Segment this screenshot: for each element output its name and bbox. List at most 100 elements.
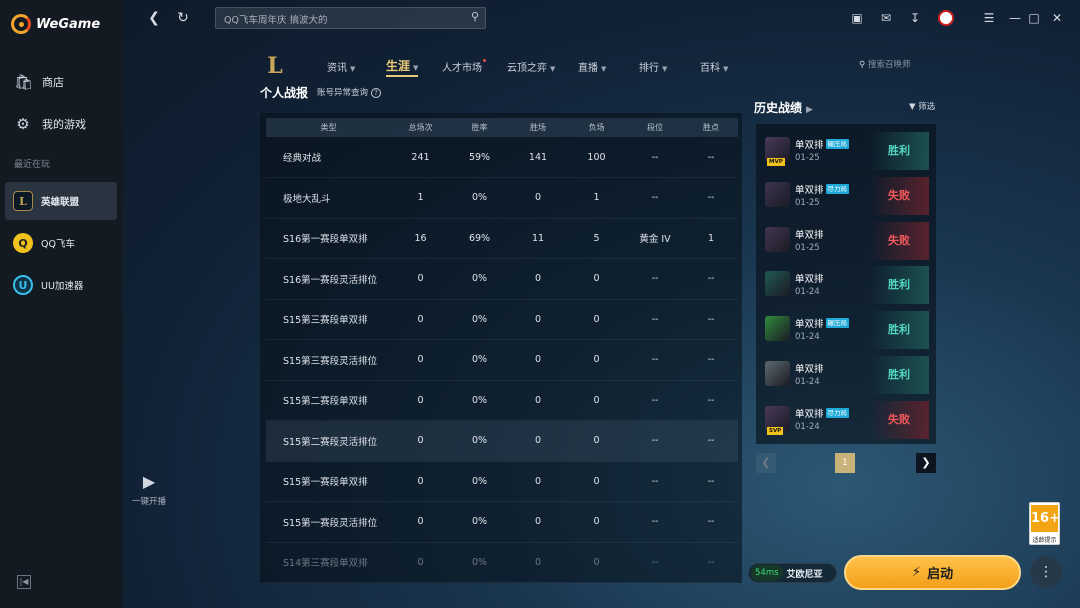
table-row[interactable]: S14第三赛段单双排 0 0% 0 0 -- -- — [266, 542, 738, 583]
sidebar-game-lol[interactable]: L 英雄联盟 — [5, 182, 117, 220]
page-number[interactable]: 1 — [835, 453, 855, 473]
match-mode: 单双排 尽力局 — [795, 182, 850, 196]
table-row[interactable]: 经典对战 241 59% 141 100 -- -- — [266, 137, 738, 178]
column-header: 类型 — [266, 118, 391, 137]
match-item[interactable]: 单双排 01-24 胜利 — [763, 356, 929, 396]
table-row[interactable]: S16第一赛段灵活排位 0 0% 0 0 -- -- — [266, 258, 738, 300]
menu-icon[interactable]: ☰ — [981, 10, 997, 26]
store-icon: 🛍 — [14, 73, 34, 91]
wegame-logo[interactable]: WeGame — [11, 14, 100, 34]
download-icon[interactable]: ↧ — [907, 10, 923, 26]
match-item[interactable]: 单双排 01-25 失败 — [763, 221, 929, 262]
match-date: 01-24 — [795, 421, 820, 432]
filter-button[interactable]: ▼ 筛选 — [909, 100, 935, 112]
table-cell: -- — [626, 177, 684, 219]
table-cell: 0 — [567, 339, 626, 381]
performance-badge: SVP — [767, 426, 784, 435]
match-result: 失败 — [869, 221, 929, 260]
champion-avatar — [765, 181, 790, 207]
search-input[interactable] — [216, 10, 456, 31]
table-row[interactable]: S15第二赛段单双排 0 0% 0 0 -- -- — [266, 380, 738, 421]
table-cell: 0% — [450, 380, 509, 421]
match-result: 失败 — [869, 400, 929, 439]
table-cell: -- — [684, 177, 738, 219]
table-cell: -- — [626, 339, 684, 381]
tab-live[interactable]: 直播 ▼ — [578, 59, 606, 74]
table-cell: 0 — [509, 299, 567, 340]
back-icon[interactable]: ❮ — [145, 9, 163, 27]
user-avatar[interactable] — [938, 10, 954, 26]
match-item[interactable]: 单双排 01-24 胜利 — [763, 266, 929, 306]
lol-logo-icon[interactable]: L — [263, 52, 287, 80]
server-selector[interactable]: 54ms 艾欧尼亚 — [748, 563, 837, 583]
table-cell: 69% — [450, 218, 509, 259]
table-cell: 100 — [567, 137, 626, 178]
one-click-stream-button[interactable]: ▶ 一键开播 — [129, 472, 169, 507]
match-mode: 单双排 — [795, 271, 824, 285]
lightning-icon: ⚡ — [911, 565, 922, 580]
table-cell: S15第二赛段单双排 — [266, 380, 391, 421]
chevron-down-icon: ▼ — [601, 65, 607, 73]
help-icon[interactable]: ? — [371, 88, 382, 98]
launch-button[interactable]: ⚡ 启动 — [844, 555, 1021, 590]
table-row[interactable]: S15第三赛段灵活排位 0 0% 0 0 -- -- — [266, 339, 738, 381]
table-row[interactable]: S15第一赛段单双排 0 0% 0 0 -- -- — [266, 461, 738, 502]
close-icon[interactable]: ✕ — [1049, 10, 1065, 26]
more-options-button[interactable]: ⋮ — [1030, 556, 1062, 588]
table-cell: 0% — [450, 461, 509, 502]
table-row[interactable]: S15第一赛段灵活排位 0 0% 0 0 -- -- — [266, 501, 738, 543]
column-header: 胜率 — [450, 118, 509, 137]
sidebar-game-qqspeed[interactable]: Q QQ飞车 — [5, 224, 117, 262]
table-row[interactable]: S15第二赛段灵活排位 0 0% 0 0 -- -- — [266, 420, 738, 462]
champion-avatar — [765, 271, 790, 297]
search-icon[interactable]: ⚲ — [471, 10, 479, 23]
tab-talent-market[interactable]: 人才市场 — [442, 59, 486, 74]
age-rating-badge[interactable]: 16+ 适龄提示 — [1029, 502, 1060, 545]
stats-table-container[interactable]: 类型 总场次 胜率 胜场 负场 段位 胜点 经典对战 241 59% 141 100 --… — [260, 113, 742, 583]
match-date: 01-25 — [795, 153, 820, 163]
collapse-sidebar-button[interactable]: |◀ — [17, 575, 31, 589]
table-cell: -- — [626, 137, 684, 178]
match-item[interactable]: SVP 单双排 尽力局 01-24 失败 — [763, 400, 929, 441]
refresh-icon[interactable]: ↻ — [174, 9, 192, 27]
match-item[interactable]: 单双排 碾压局 01-24 胜利 — [763, 311, 929, 351]
history-title[interactable]: 历史战绩 ▶ — [754, 99, 813, 116]
table-row[interactable]: S15第三赛段单双排 0 0% 0 0 -- -- — [266, 299, 738, 340]
filter-icon: ▼ — [909, 102, 916, 112]
match-item[interactable]: 单双排 尽力局 01-25 失败 — [763, 176, 929, 217]
sidebar-item-my-games[interactable]: ⚙ 我的游戏 — [14, 115, 86, 133]
game-label: UU加速器 — [41, 281, 84, 292]
table-cell: S15第一赛段灵活排位 — [266, 501, 391, 543]
sidebar-game-uu[interactable]: U UU加速器 — [5, 266, 117, 304]
table-cell: -- — [684, 299, 738, 340]
account-check-link[interactable]: 账号异常查询? — [317, 86, 382, 98]
summoner-search[interactable]: ⚲ 搜索召唤师 — [859, 58, 934, 74]
tab-tft[interactable]: 云顶之弈 ▼ — [507, 59, 555, 74]
table-cell: S14第三赛段单双排 — [266, 542, 391, 583]
match-item[interactable]: MVP 单双排 碾压局 01-25 胜利 — [763, 132, 929, 172]
table-cell: 0% — [450, 299, 509, 340]
column-header: 段位 — [626, 118, 684, 137]
sidebar-item-store[interactable]: 🛍 商店 — [14, 73, 64, 91]
video-camera-icon: ▶ — [142, 472, 156, 491]
wegame-logo-icon — [11, 14, 31, 34]
tab-career[interactable]: 生涯 ▼ — [386, 57, 419, 77]
search-icon: ⚲ — [859, 60, 866, 70]
next-page-button[interactable]: ❯ — [916, 453, 936, 473]
tab-news[interactable]: 资讯 ▼ — [327, 59, 355, 74]
mail-icon[interactable]: ✉ — [878, 10, 894, 26]
minimize-icon[interactable]: — — [1007, 10, 1023, 26]
sidebar-item-label: 我的游戏 — [42, 118, 86, 131]
table-row[interactable]: 极地大乱斗 1 0% 0 1 -- -- — [266, 177, 738, 219]
table-row[interactable]: S16第一赛段单双排 16 69% 11 5 黄金 IV 1 — [266, 218, 738, 259]
tab-wiki[interactable]: 百科 ▼ — [700, 59, 728, 74]
table-cell: -- — [684, 137, 738, 178]
chat-icon[interactable]: ▣ — [849, 10, 865, 26]
match-result: 胜利 — [869, 132, 929, 170]
maximize-icon[interactable]: □ — [1026, 10, 1042, 26]
sidebar-item-label: 商店 — [42, 76, 64, 89]
table-cell: -- — [626, 542, 684, 583]
tab-ranking[interactable]: 排行 ▼ — [639, 59, 667, 74]
prev-page-button[interactable]: ❮ — [756, 453, 776, 473]
table-cell: 0 — [567, 258, 626, 300]
